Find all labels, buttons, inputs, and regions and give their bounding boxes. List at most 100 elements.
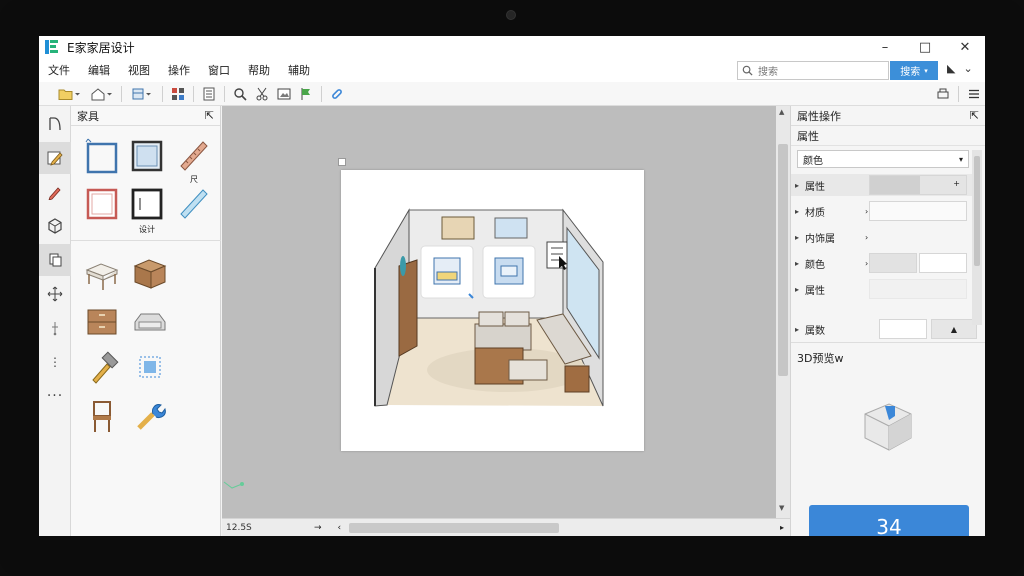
glass-wall-icon	[180, 189, 208, 219]
menu-bar: 文件 编辑 视图 操作 窗口 帮助 辅助 搜索 搜索 ▾ ◣ ⌄	[39, 58, 985, 82]
menu-operate[interactable]: 操作	[159, 62, 199, 78]
pin-icon[interactable]: ⇱	[970, 109, 979, 122]
floorplan-paper	[341, 170, 644, 451]
render-button[interactable]	[273, 84, 295, 104]
3d-tool-button[interactable]	[39, 210, 71, 242]
property-value-field[interactable]: +	[869, 175, 967, 195]
furniture-dresser[interactable]	[127, 256, 173, 308]
property-row[interactable]: ▸ 颜色 ›	[791, 252, 981, 274]
scroll-left-button[interactable]: ‹	[338, 523, 342, 533]
chevron-right-icon: ▸	[795, 258, 800, 268]
open-folder-button[interactable]	[53, 84, 85, 104]
list-button[interactable]	[198, 84, 220, 104]
print-button[interactable]	[932, 84, 954, 104]
menu-help[interactable]: 帮助	[239, 62, 279, 78]
tool-hammer[interactable]	[79, 350, 125, 402]
vertical-scroll-thumb[interactable]	[778, 144, 788, 376]
sofa-icon	[134, 313, 166, 331]
flag-button[interactable]	[295, 84, 317, 104]
horizontal-scroll-thumb[interactable]	[349, 523, 559, 533]
pencil-tool-button[interactable]	[39, 176, 71, 208]
menu-edit[interactable]: 编辑	[79, 62, 119, 78]
coffee-table-icon	[85, 263, 119, 290]
room-rect-tool[interactable]	[79, 138, 125, 190]
property-type-select[interactable]: 颜色 ▾	[797, 150, 969, 168]
furniture-chair[interactable]	[79, 398, 125, 450]
hammer-icon	[92, 351, 119, 384]
color-dropdown[interactable]	[869, 253, 917, 273]
user-icon[interactable]: ◣	[947, 62, 955, 75]
property-value-field[interactable]	[869, 279, 967, 299]
hamburger-menu-button[interactable]	[963, 84, 985, 104]
search-button[interactable]: 搜索 ▾	[890, 61, 938, 80]
search-input[interactable]: 搜索	[737, 61, 889, 80]
canvas-vertical-scrollbar[interactable]: ▲ ▼	[776, 106, 790, 518]
properties-scrollbar[interactable]	[972, 150, 982, 325]
wrench-icon	[137, 404, 166, 430]
collapse-icon[interactable]: ⌄	[963, 62, 972, 75]
minimize-button[interactable]: –	[865, 36, 905, 58]
select-tool-button[interactable]	[39, 108, 71, 140]
home-button[interactable]	[85, 84, 117, 104]
window-tool[interactable]	[124, 138, 170, 190]
up-arrow-button[interactable]: ▲	[931, 319, 977, 339]
primary-action-button[interactable]: 34	[809, 505, 969, 536]
value-dropdown[interactable]	[919, 253, 967, 273]
dresser-icon	[133, 259, 167, 289]
menu-window[interactable]: 窗口	[199, 62, 239, 78]
chevron-right-icon: ▸	[795, 232, 800, 242]
property-row[interactable]: ▸ 属数 ▲	[791, 318, 981, 340]
layout-icon	[132, 88, 151, 99]
door-frame-icon	[86, 188, 118, 220]
components-icon	[172, 87, 184, 100]
property-row[interactable]: ▸ 属性	[791, 278, 981, 300]
tool-wrench[interactable]	[127, 398, 173, 450]
property-row[interactable]: ▸ 内饰属 ›	[791, 226, 981, 248]
magnifier-icon	[234, 87, 247, 101]
menu-view[interactable]: 视图	[119, 62, 159, 78]
picture-icon	[277, 88, 291, 99]
properties-header: 属性操作 ⇱	[791, 106, 985, 126]
move-tool-button[interactable]	[39, 278, 71, 310]
furniture-sofa[interactable]	[127, 304, 173, 356]
app-title: E家家居设计	[67, 40, 135, 55]
home-icon	[91, 87, 112, 100]
maximize-button[interactable]: □	[905, 36, 945, 58]
snap-icon	[52, 322, 58, 336]
pin-icon[interactable]: ⇱	[205, 109, 214, 122]
property-row[interactable]: ▸ 属性 +	[791, 174, 981, 196]
menu-file[interactable]: 文件	[39, 62, 79, 78]
close-button[interactable]: ✕	[945, 36, 985, 58]
more-tools-button[interactable]: ···	[39, 380, 71, 412]
info-tool-button[interactable]: ⋮	[39, 346, 71, 378]
copy-tool-button[interactable]	[39, 244, 71, 276]
zoom-button[interactable]	[229, 84, 251, 104]
chevron-right-icon: ▸	[795, 180, 800, 190]
app-window: E家家居设计 – □ ✕ 文件 编辑 视图 操作 窗口 帮助 辅助 搜索 搜索 …	[39, 36, 985, 536]
ruler-tool[interactable]: 尺	[171, 138, 217, 190]
furniture-cabinet[interactable]	[79, 304, 125, 356]
snap-tool-button[interactable]	[39, 312, 71, 344]
furniture-table[interactable]	[79, 256, 125, 308]
arrow-right-icon[interactable]: →	[314, 523, 322, 533]
room-3d-render[interactable]	[341, 170, 644, 451]
measure-button[interactable]	[251, 84, 273, 104]
layout-button[interactable]	[126, 84, 158, 104]
draw-line-icon	[49, 117, 61, 131]
link-button[interactable]	[326, 84, 348, 104]
glass-tool[interactable]	[171, 186, 217, 238]
menu-assist[interactable]: 辅助	[279, 62, 319, 78]
tool-select-area[interactable]	[127, 350, 173, 402]
folder-icon	[58, 89, 80, 100]
door-tool[interactable]	[79, 186, 125, 238]
cube-icon	[48, 218, 62, 234]
quantity-dropdown[interactable]	[879, 319, 927, 339]
ruler-icon	[180, 141, 208, 171]
property-value-field[interactable]	[869, 201, 967, 221]
design-tool[interactable]: 设计	[124, 186, 170, 238]
wall-tool-button[interactable]	[39, 142, 71, 174]
scroll-right-button[interactable]: ▸	[780, 523, 784, 532]
property-row[interactable]: ▸ 材质 ›	[791, 200, 981, 222]
components-button[interactable]	[167, 84, 189, 104]
catalog-title: 家具	[77, 109, 99, 123]
